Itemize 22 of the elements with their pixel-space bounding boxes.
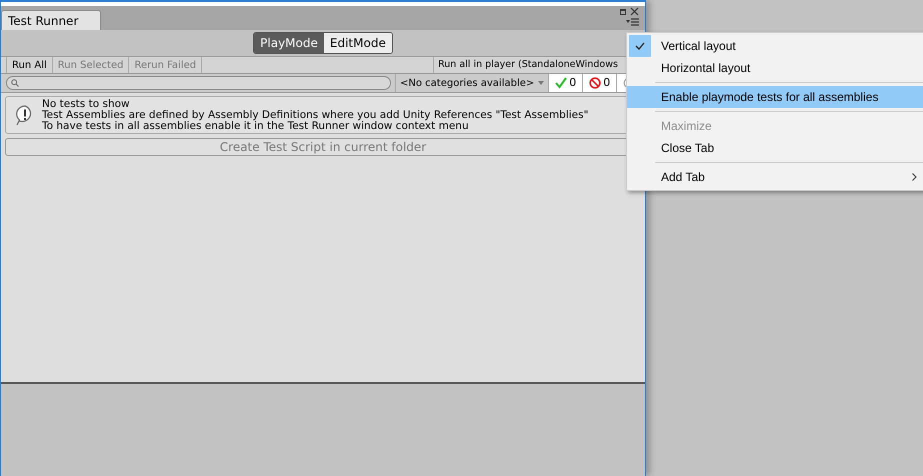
menu-icon[interactable]: [626, 18, 639, 26]
checkmark-icon: [629, 35, 651, 57]
search-icon: [11, 79, 19, 87]
close-icon[interactable]: [630, 7, 639, 16]
help-text: To have tests in all assemblies enable it in the Test Runner window context menu: [42, 120, 470, 132]
mode-tab[interactable]: EditMode: [324, 33, 392, 53]
menu-item[interactable]: Enable playmode tests for all assemblies: [627, 86, 923, 108]
help-text: Test Assemblies are defined by Assembly Definitions where you add Unity References "Test Assemblies": [42, 110, 588, 120]
toolbar-button[interactable]: Run All: [6, 57, 52, 73]
caret-icon: [538, 81, 544, 85]
mode-tab[interactable]: PlayMode: [254, 33, 324, 53]
help-text: No tests to show: [42, 98, 131, 110]
check-icon: [555, 77, 568, 89]
counter-value: 0: [569, 74, 576, 91]
chevron-right-icon: [912, 173, 917, 181]
counter-value: 0: [603, 74, 610, 91]
maximize-icon[interactable]: [620, 8, 626, 14]
search-field[interactable]: [6, 76, 391, 90]
menu-item[interactable]: Vertical layout: [627, 35, 923, 57]
window-tab[interactable]: Test Runner: [1, 10, 101, 30]
menu-item[interactable]: Add Tab: [627, 166, 923, 188]
prohibited-icon: [589, 77, 602, 89]
